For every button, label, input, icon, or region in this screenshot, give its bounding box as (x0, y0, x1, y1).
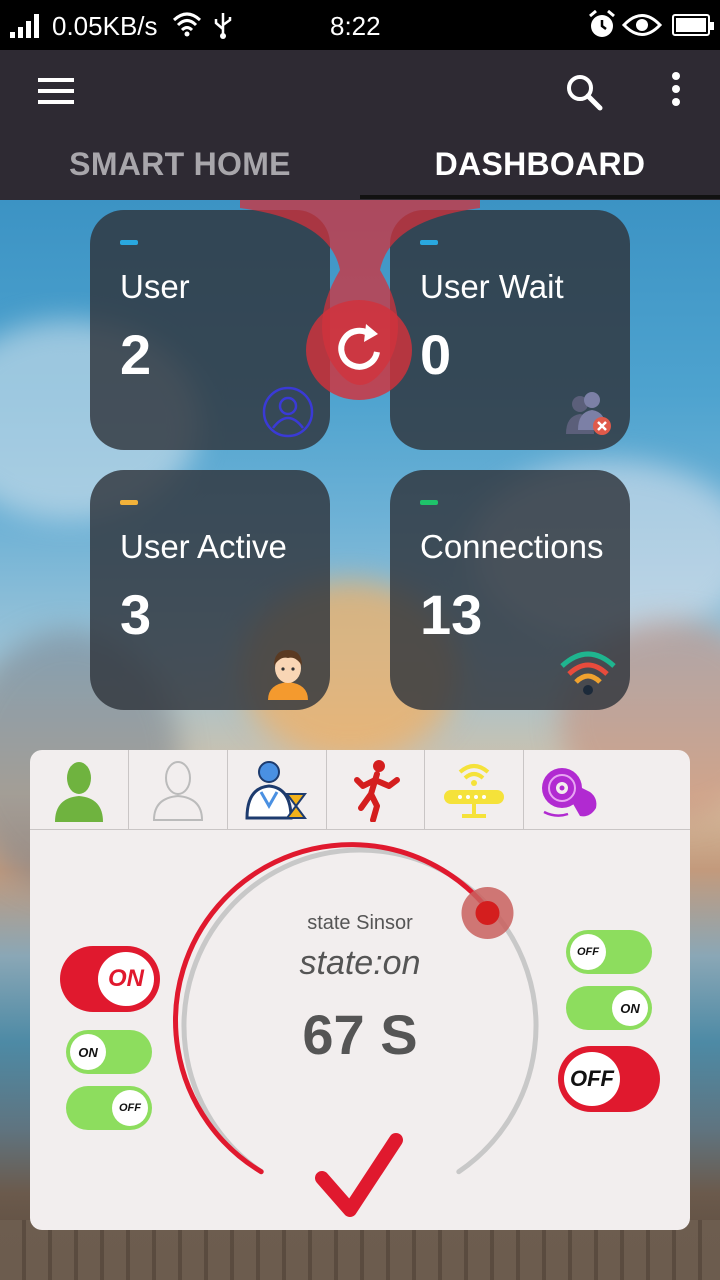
toggle-knob: ON (612, 990, 648, 1026)
tab-indicator (360, 195, 720, 199)
toggle-left-2[interactable]: ON (66, 1030, 152, 1074)
user-hourglass-icon (245, 761, 307, 820)
refresh-icon[interactable] (306, 300, 412, 400)
card-accent (420, 500, 438, 505)
net-speed: 0.05KB/s (52, 11, 158, 41)
toggle-knob: ON (70, 1034, 106, 1070)
signal-icon (10, 14, 39, 38)
wifi-signal-icon (560, 651, 616, 695)
person-avatar-icon (268, 650, 308, 700)
card-accent (120, 500, 138, 505)
disc-hand-icon (542, 768, 597, 817)
eye-icon (622, 14, 662, 36)
mode-cell[interactable] (129, 750, 228, 830)
toggle-knob: OFF (112, 1090, 148, 1126)
user-green-icon (54, 762, 103, 822)
toggle-right-3[interactable]: OFF (558, 1046, 660, 1112)
checkmark-icon (315, 1133, 403, 1217)
toggle-right-2[interactable]: ON (566, 986, 652, 1030)
card-accent (120, 240, 138, 245)
toggle-knob: OFF (570, 934, 606, 970)
control-panel: state Sinsor state:on 67 S ON ON OFF OFF… (30, 750, 690, 1230)
mode-cell[interactable] (228, 750, 327, 830)
clock-time: 8:22 (330, 11, 381, 41)
card-connections[interactable]: Connections 13 (390, 470, 630, 710)
card-value: 3 (120, 583, 152, 646)
toggle-right-1[interactable]: OFF (566, 930, 652, 974)
status-bar: 0.05KB/s 8:22 (0, 0, 720, 50)
battery-icon (672, 14, 714, 36)
menu-icon[interactable] (38, 78, 74, 104)
card-label: Connections (420, 528, 604, 565)
wifi-icon (172, 12, 202, 37)
card-label: User Active (120, 528, 287, 565)
usb-icon (214, 13, 232, 39)
mode-cell[interactable] (524, 750, 690, 830)
toggle-left-1[interactable]: ON (60, 946, 160, 1012)
card-value: 13 (420, 583, 483, 646)
user-outline-icon (152, 761, 203, 821)
running-man-icon (354, 760, 401, 822)
card-label: User (120, 268, 190, 305)
card-user-active[interactable]: User Active 3 (90, 470, 330, 710)
mode-icon-row (30, 750, 690, 830)
mode-cell[interactable] (327, 750, 426, 830)
toggle-knob: ON (98, 952, 154, 1006)
search-icon[interactable] (564, 72, 604, 112)
toggle-left-3[interactable]: OFF (66, 1086, 152, 1130)
tab-smart-home[interactable]: SMART HOME (0, 146, 360, 186)
card-value: 2 (120, 323, 152, 386)
more-vert-icon[interactable] (668, 72, 684, 108)
toggle-knob: OFF (564, 1052, 620, 1106)
router-icon (444, 764, 505, 818)
tab-dashboard[interactable]: DASHBOARD (360, 146, 720, 186)
mode-cell[interactable] (30, 750, 129, 830)
users-removed-icon (566, 392, 611, 435)
alarm-icon (589, 10, 615, 37)
mode-cell[interactable] (425, 750, 525, 830)
